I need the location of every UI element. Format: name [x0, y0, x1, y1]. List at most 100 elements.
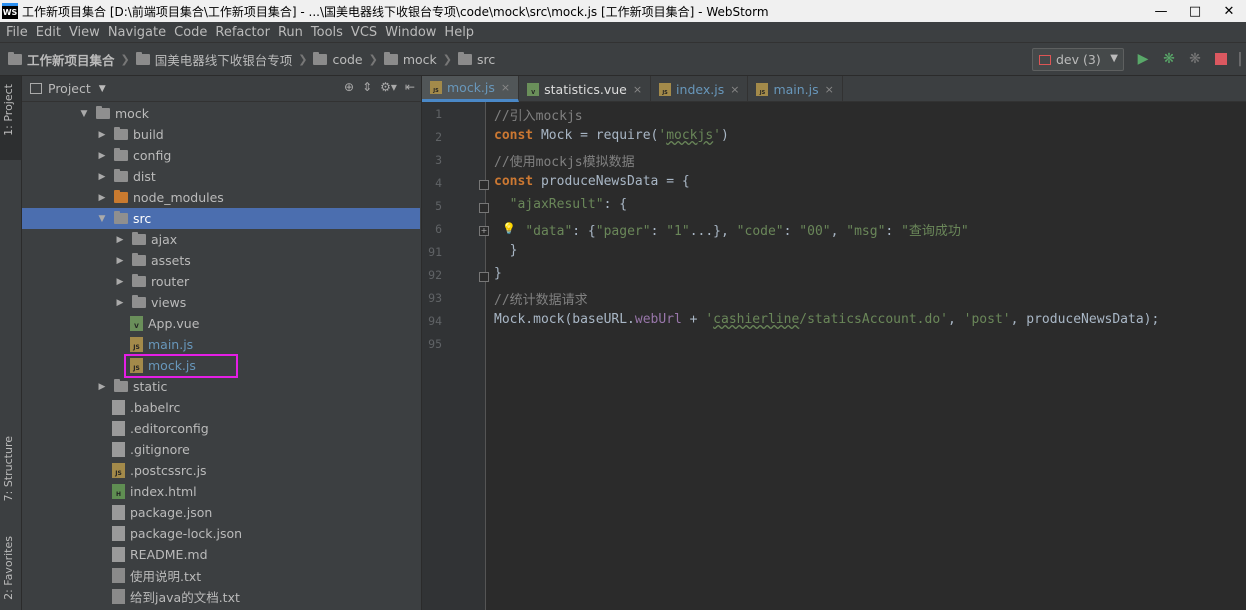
collapsed-arrow-icon[interactable]: ▶ [96, 130, 108, 140]
breadcrumb-item[interactable]: code ❯ [313, 51, 383, 67]
line-number: 6 [435, 222, 442, 236]
code-line[interactable]: //使用mockjs模拟数据 [494, 151, 635, 170]
menu-refactor[interactable]: Refactor [211, 25, 274, 40]
tree-item-index-html[interactable]: Hindex.html [112, 481, 197, 502]
code-line[interactable]: "ajaxResult": { [494, 197, 627, 212]
tree-item-gitignore[interactable]: .gitignore [112, 439, 190, 460]
tree-item-views[interactable]: ▶ views [114, 292, 186, 313]
close-tab-icon[interactable]: × [730, 83, 739, 96]
collapsed-arrow-icon[interactable]: ▶ [96, 382, 108, 392]
tool-tab-project[interactable]: 1: Project [2, 84, 15, 136]
folder-icon [132, 274, 146, 287]
tree-item-java-txt[interactable]: 给到java的文档.txt [112, 586, 240, 607]
collapsed-arrow-icon[interactable]: ▶ [96, 172, 108, 182]
collapsed-arrow-icon[interactable]: ▶ [114, 298, 126, 308]
code-line[interactable]: const produceNewsData = { [494, 174, 690, 189]
close-tab-icon[interactable]: × [633, 83, 642, 96]
hide-panel-icon[interactable]: ⇤ [405, 80, 415, 94]
project-view-title[interactable]: Project [48, 81, 91, 96]
tree-item-readme-md[interactable]: README.md [112, 544, 208, 565]
menu-code[interactable]: Code [170, 25, 211, 40]
run-config-label: dev (3) [1056, 52, 1101, 67]
menu-file[interactable]: File [2, 25, 32, 40]
breadcrumb-label: mock [402, 51, 437, 67]
fold-marker-icon[interactable] [479, 272, 489, 282]
code-line[interactable]: const Mock = require('mockjs') [494, 128, 729, 143]
tree-item-txt[interactable]: 使用说明.txt [112, 565, 201, 586]
more-toolbar-icon[interactable]: | [1238, 49, 1243, 69]
menu-tools[interactable]: Tools [307, 25, 347, 40]
tree-item-app-vue[interactable]: V App.vue [130, 313, 199, 334]
breadcrumb-item[interactable]: src [458, 51, 495, 67]
coverage-icon[interactable]: ❋ [1186, 49, 1204, 69]
code-line[interactable]: } [494, 243, 518, 258]
tool-tab-structure[interactable]: 7: Structure [2, 436, 15, 501]
menu-view[interactable]: View [65, 25, 104, 40]
run-configuration-select[interactable]: dev (3) ▼ [1032, 48, 1124, 71]
editor-tab-index-js[interactable]: JS index.js × [651, 76, 749, 102]
tree-item-editorconfig[interactable]: .editorconfig [112, 418, 209, 439]
folder-icon [132, 232, 146, 245]
tree-item-src[interactable]: ▼ src [96, 208, 151, 229]
stop-icon[interactable] [1212, 49, 1230, 69]
collapse-icon[interactable]: ⇕ [362, 80, 372, 94]
menu-help[interactable]: Help [440, 25, 478, 40]
lightbulb-icon[interactable]: 💡 [502, 222, 516, 236]
run-icon[interactable]: ▶ [1134, 49, 1152, 69]
close-tab-icon[interactable]: × [825, 83, 834, 96]
code-line[interactable]: "data": {"pager": "1"...}, "code": "00",… [494, 220, 968, 239]
code-line[interactable]: } [494, 266, 502, 281]
tree-item-dist[interactable]: ▶ dist [96, 166, 156, 187]
breadcrumb-item[interactable]: 工作新项目集合 ❯ [8, 50, 136, 69]
minimize-icon[interactable]: — [1144, 0, 1178, 22]
tree-item-main-js[interactable]: JS main.js [130, 334, 193, 355]
breadcrumb-item[interactable]: 国美电器线下收银台专项 ❯ [135, 50, 314, 69]
tree-item-postcssrc-js[interactable]: JS .postcssrc.js [112, 460, 207, 481]
js-file-icon: JS [430, 81, 442, 94]
tree-item-mock[interactable]: ▼ mock [78, 103, 149, 124]
fold-marker-icon[interactable] [479, 180, 489, 190]
menu-window[interactable]: Window [381, 25, 440, 40]
editor-tab-mock-js[interactable]: JS mock.js × [422, 76, 520, 102]
collapsed-arrow-icon[interactable]: ▶ [96, 193, 108, 203]
menu-vcs[interactable]: VCS [347, 25, 381, 40]
collapsed-arrow-icon[interactable]: ▶ [114, 235, 126, 245]
js-file-icon: JS [659, 82, 672, 96]
tool-tab-favorites[interactable]: 2: Favorites [2, 536, 15, 600]
tree-item-assets[interactable]: ▶ assets [114, 250, 191, 271]
collapsed-arrow-icon[interactable]: ▶ [96, 151, 108, 161]
tree-item-node-modules[interactable]: ▶ node_modules [96, 187, 224, 208]
tree-item-package-json[interactable]: package.json [112, 502, 212, 523]
debug-icon[interactable]: ❋ [1160, 49, 1178, 69]
expanded-arrow-icon[interactable]: ▼ [78, 109, 90, 119]
code-line[interactable]: Mock.mock(baseURL.webUrl + 'cashierline/… [494, 312, 1159, 327]
locate-icon[interactable]: ⊕ [344, 80, 354, 94]
tree-item-babelrc[interactable]: .babelrc [112, 397, 180, 418]
tree-item-ajax[interactable]: ▶ ajax [114, 229, 177, 250]
gear-icon[interactable]: ⚙▾ [380, 80, 397, 94]
tree-item-static[interactable]: ▶ static [96, 376, 167, 397]
code-line[interactable]: //引入mockjs [494, 105, 583, 124]
menu-run[interactable]: Run [274, 25, 307, 40]
close-icon[interactable]: ✕ [1212, 0, 1246, 22]
menu-edit[interactable]: Edit [32, 25, 65, 40]
tree-item-build[interactable]: ▶ build [96, 124, 164, 145]
tree-item-package-lock-json[interactable]: package-lock.json [112, 523, 242, 544]
tree-item-router[interactable]: ▶ router [114, 271, 189, 292]
code-editor[interactable]: 1 2 3 4 5 6 91 92 93 94 95 //引入mockjs const Mock = … [422, 102, 1246, 610]
maximize-icon[interactable]: □ [1178, 0, 1212, 22]
menu-navigate[interactable]: Navigate [104, 25, 170, 40]
collapsed-arrow-icon[interactable]: ▶ [114, 256, 126, 266]
close-tab-icon[interactable]: × [501, 81, 510, 94]
code-line[interactable]: //统计数据请求 [494, 289, 588, 308]
editor-tab-bar: JS mock.js × Vstatistics.vue × JS index.js × JS m… [422, 76, 1246, 102]
editor-tab-statistics-vue[interactable]: Vstatistics.vue × [519, 76, 652, 102]
editor-tab-main-js[interactable]: JS main.js × [748, 76, 843, 102]
breadcrumb-item[interactable]: mock ❯ [383, 51, 458, 67]
chevron-down-icon[interactable]: ▼ [99, 84, 106, 94]
expanded-arrow-icon[interactable]: ▼ [96, 214, 108, 224]
fold-marker-icon[interactable]: + [479, 226, 489, 236]
collapsed-arrow-icon[interactable]: ▶ [114, 277, 126, 287]
tree-item-config[interactable]: ▶ config [96, 145, 171, 166]
fold-marker-icon[interactable] [479, 203, 489, 213]
